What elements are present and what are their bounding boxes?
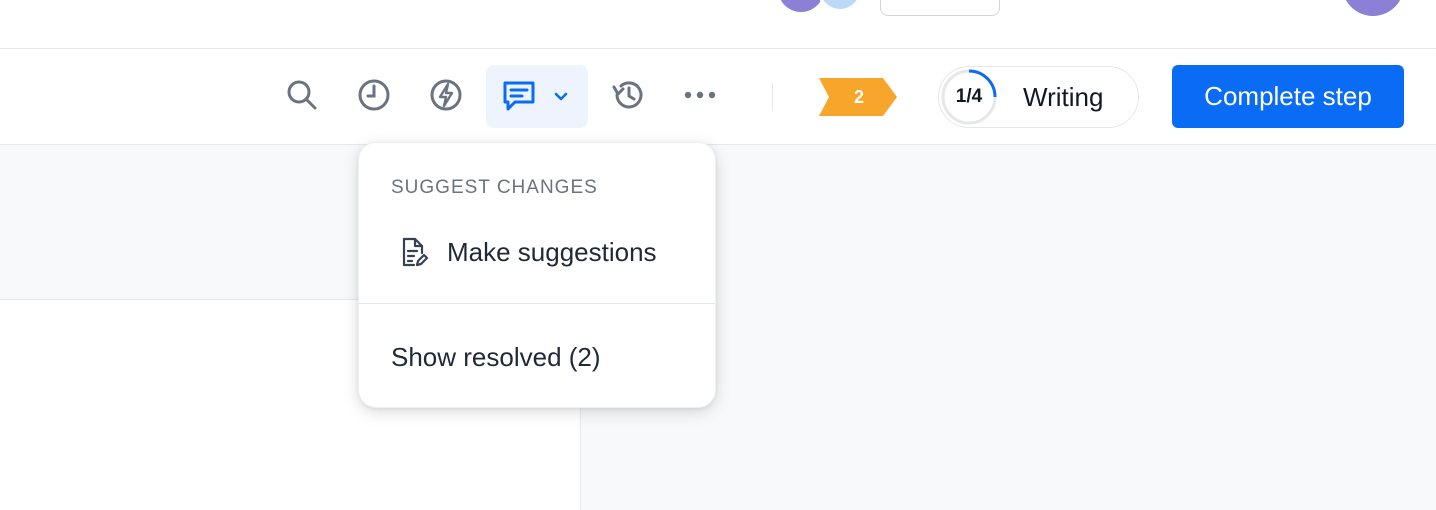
complete-step-button[interactable]: Complete step	[1172, 65, 1404, 128]
suggest-changes-dropdown: SUGGEST CHANGES Make suggestions Show re…	[358, 142, 716, 408]
dropdown-divider	[359, 303, 715, 304]
dropdown-section-header: SUGGEST CHANGES	[391, 177, 598, 198]
chevron-down-icon[interactable]	[546, 71, 576, 121]
collaborator-avatar[interactable]	[817, 0, 863, 12]
workflow-step-indicator[interactable]: 1/4 Writing	[938, 66, 1139, 128]
counter-badge-value: 2	[853, 87, 864, 107]
editor-toolbar: 2 1/4 Writing Complete step	[0, 49, 1436, 145]
show-resolved-label: Show resolved (2)	[391, 342, 601, 372]
make-suggestions-label: Make suggestions	[447, 237, 657, 267]
collaborator-avatar[interactable]	[778, 0, 824, 12]
history-icon[interactable]	[600, 67, 656, 123]
step-count: 1/4	[955, 86, 983, 107]
comments-menu-button[interactable]	[486, 65, 588, 128]
make-suggestions-item[interactable]: Make suggestions	[371, 225, 703, 279]
counter-badge[interactable]: 2	[819, 78, 897, 116]
step-label: Writing	[1023, 82, 1104, 112]
header-button[interactable]	[880, 0, 1000, 16]
document-edit-icon	[402, 237, 429, 267]
user-avatar[interactable]	[1342, 0, 1404, 16]
search-icon[interactable]	[274, 67, 330, 123]
show-resolved-item[interactable]: Show resolved (2)	[371, 330, 703, 384]
toolbar-divider	[772, 83, 773, 111]
clock-icon[interactable]	[346, 67, 402, 123]
top-header	[0, 0, 1436, 49]
more-horizontal-icon[interactable]	[672, 67, 728, 123]
comment-icon[interactable]	[492, 71, 546, 121]
lightning-icon[interactable]	[418, 67, 474, 123]
